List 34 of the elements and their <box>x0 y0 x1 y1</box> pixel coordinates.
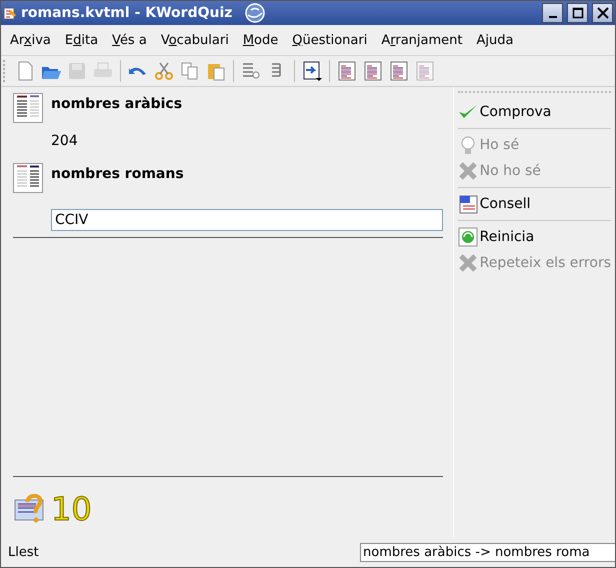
save-icon <box>66 60 88 82</box>
menu-item[interactable]: Arxiva <box>3 32 58 48</box>
answer-language: nombres romans <box>51 166 184 182</box>
question-text: 204 <box>51 133 79 149</box>
cut-icon <box>153 60 175 82</box>
hint-button[interactable]: Consell <box>458 191 611 217</box>
answer-field[interactable]: CCIV <box>51 209 443 231</box>
window-title: romans.kvtml - KWordQuiz <box>21 5 232 21</box>
column-icon <box>13 93 43 123</box>
restart-button[interactable]: Reinicia <box>458 224 611 250</box>
recycle-icon <box>458 227 478 247</box>
document-icon <box>3 6 17 20</box>
question-language: nombres aràbics <box>51 96 182 112</box>
minimize-button[interactable] <box>542 3 563 23</box>
menu-item[interactable]: Vés a <box>105 32 154 48</box>
menu-item[interactable]: Vocabulari <box>154 32 236 48</box>
menu-item[interactable]: Arranjament <box>374 32 470 48</box>
close-icon <box>596 7 608 19</box>
cross-icon <box>458 161 478 181</box>
maximize-button[interactable] <box>567 3 588 23</box>
quiz-mode-label: nombres aràbics -> nombres roma <box>360 542 615 562</box>
card-icon <box>458 194 478 214</box>
menu-item[interactable]: Ajuda <box>470 32 520 48</box>
score-count: 10 <box>51 490 92 528</box>
minimize-icon <box>548 16 556 18</box>
column-icon <box>13 163 43 193</box>
cross-icon <box>458 253 478 273</box>
maximize-icon <box>572 7 584 19</box>
check-button[interactable]: Comprova <box>458 99 611 125</box>
status-message: Llest <box>8 544 39 560</box>
menu-item[interactable]: Qüestionari <box>285 32 374 48</box>
menu-item[interactable]: Mode <box>236 32 286 48</box>
close-button[interactable] <box>592 3 613 23</box>
menu-item[interactable]: Edita <box>58 32 106 48</box>
